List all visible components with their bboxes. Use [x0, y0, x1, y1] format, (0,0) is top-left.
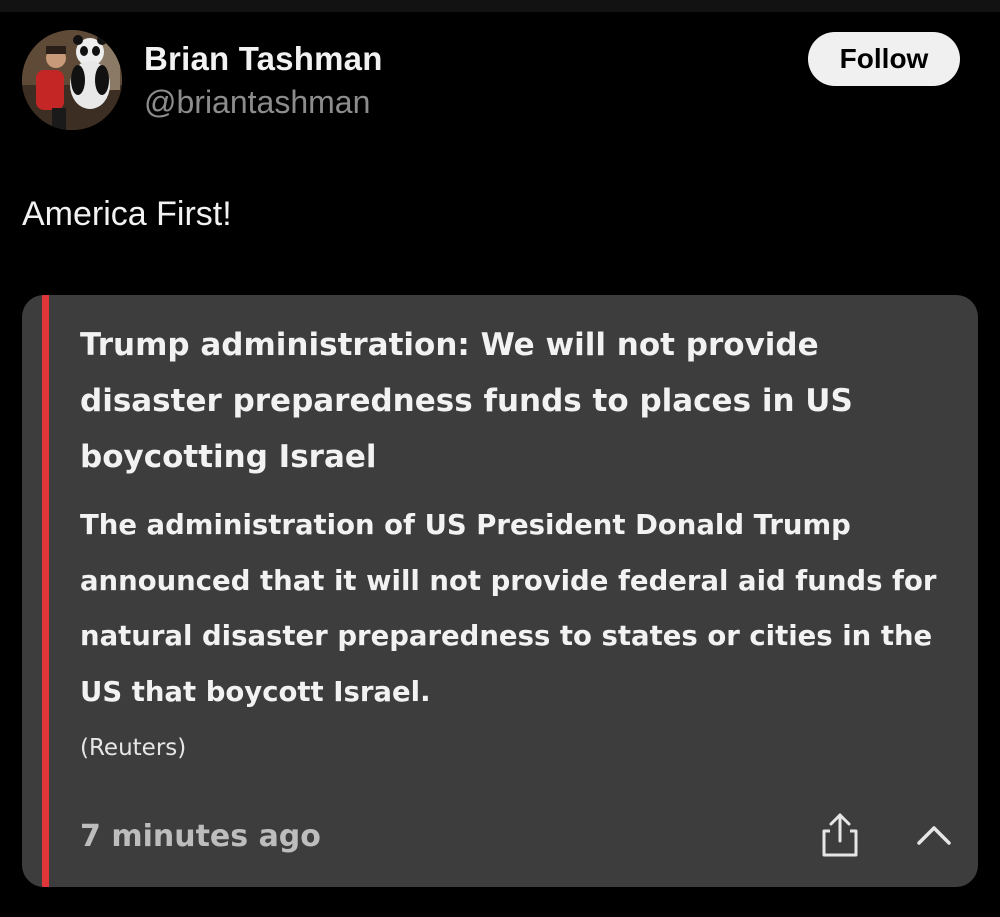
author-handle[interactable]: @briantashman: [144, 84, 370, 121]
post-text: America First!: [22, 195, 232, 233]
avatar-image: [22, 30, 122, 130]
card-body: The administration of US President Donal…: [80, 509, 937, 708]
author-name[interactable]: Brian Tashman: [144, 40, 383, 78]
card-headline: Trump administration: We will not provid…: [80, 327, 853, 475]
card-accent-bar: [42, 295, 49, 887]
avatar[interactable]: [22, 30, 122, 130]
follow-button[interactable]: Follow: [808, 32, 960, 86]
card-source: (Reuters): [80, 735, 187, 761]
share-icon[interactable]: [818, 811, 862, 859]
top-strip: [0, 0, 1000, 12]
chevron-up-icon[interactable]: [914, 821, 954, 849]
embedded-news-card[interactable]: Trump administration: We will not provid…: [22, 295, 978, 887]
card-timestamp: 7 minutes ago: [80, 819, 321, 854]
